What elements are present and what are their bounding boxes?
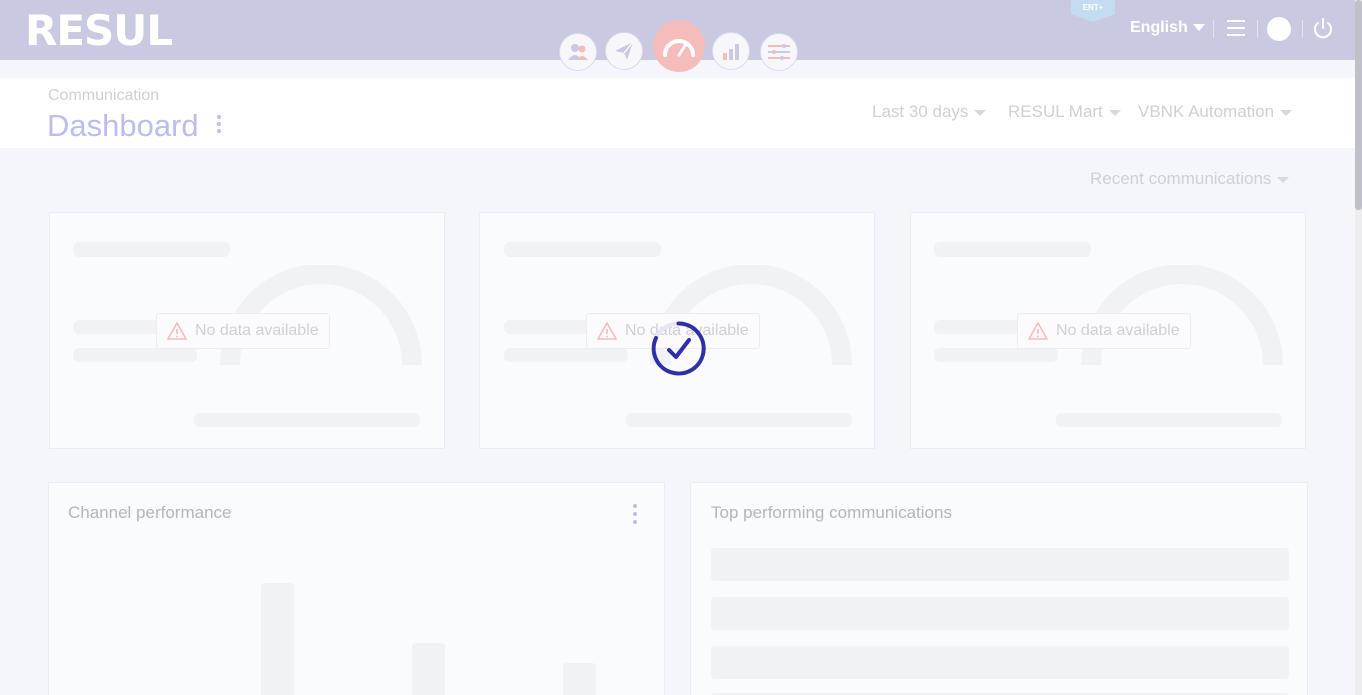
menu-icon[interactable] <box>1227 20 1245 36</box>
logo[interactable]: RESUL <box>25 8 173 54</box>
skeleton <box>73 242 230 257</box>
panel-title: Top performing communications <box>711 503 952 522</box>
loading-spinner-icon <box>651 321 706 376</box>
top-communications-panel: Top performing communications <box>690 482 1308 695</box>
bar-placeholder <box>261 583 294 695</box>
brand-dropdown[interactable]: RESUL Mart <box>1008 102 1121 122</box>
skeleton <box>626 413 852 427</box>
breadcrumb[interactable]: Communication <box>48 87 159 105</box>
audience-icon[interactable] <box>559 33 597 71</box>
warning-icon <box>597 322 617 340</box>
analytics-icon[interactable] <box>712 32 750 70</box>
title-more-icon[interactable] <box>217 115 223 135</box>
skeleton <box>194 413 420 427</box>
communication-card: No data available <box>49 212 445 449</box>
language-selector[interactable]: English <box>1130 19 1205 37</box>
scrollbar-thumb[interactable] <box>1355 0 1362 210</box>
preferences-icon[interactable] <box>760 33 798 71</box>
panel-title: Channel performance <box>68 503 232 522</box>
skeleton <box>934 242 1091 257</box>
skeleton <box>1056 413 1282 427</box>
skeleton <box>934 348 1058 362</box>
no-data-notice: No data available <box>1017 313 1191 349</box>
date-range-dropdown[interactable]: Last 30 days <box>872 102 987 122</box>
bar-placeholder <box>563 663 596 695</box>
edition-badge: ENT+ <box>1071 0 1115 22</box>
brand-label: RESUL Mart <box>1008 102 1103 121</box>
date-range-label: Last 30 days <box>872 102 969 121</box>
send-icon[interactable] <box>605 32 643 70</box>
language-label: English <box>1130 19 1188 36</box>
chevron-down-icon <box>1108 109 1121 116</box>
view-label: Recent communications <box>1090 169 1272 188</box>
power-icon[interactable] <box>1312 18 1334 40</box>
chevron-down-icon <box>1280 109 1293 116</box>
row-skeleton <box>711 646 1289 679</box>
no-data-label: No data available <box>195 322 319 339</box>
skeleton <box>73 348 197 362</box>
no-data-notice: No data available <box>156 313 330 349</box>
view-dropdown[interactable]: Recent communications <box>1090 169 1290 189</box>
divider <box>1213 20 1214 38</box>
account-dropdown[interactable]: VBNK Automation <box>1138 102 1293 122</box>
channel-performance-panel: Channel performance <box>48 482 665 695</box>
divider <box>1257 20 1258 38</box>
more-options-icon[interactable] <box>633 504 639 526</box>
avatar[interactable] <box>1267 17 1291 41</box>
divider <box>1302 20 1303 38</box>
page-title: Dashboard <box>47 108 199 143</box>
bar-placeholder <box>412 643 445 695</box>
chevron-down-icon <box>1277 176 1290 183</box>
skeleton <box>504 242 661 257</box>
warning-icon <box>1028 322 1048 340</box>
warning-icon <box>167 322 187 340</box>
chevron-down-icon <box>974 109 987 116</box>
edition-badge-label: ENT+ <box>1082 3 1104 12</box>
chevron-down-icon <box>1192 24 1205 32</box>
dashboard-gauge-icon[interactable] <box>653 20 705 72</box>
row-skeleton <box>711 597 1289 630</box>
skeleton <box>504 348 628 362</box>
account-label: VBNK Automation <box>1138 102 1275 121</box>
row-skeleton <box>711 548 1289 581</box>
no-data-label: No data available <box>1056 322 1180 339</box>
communication-card: No data available <box>910 212 1306 449</box>
